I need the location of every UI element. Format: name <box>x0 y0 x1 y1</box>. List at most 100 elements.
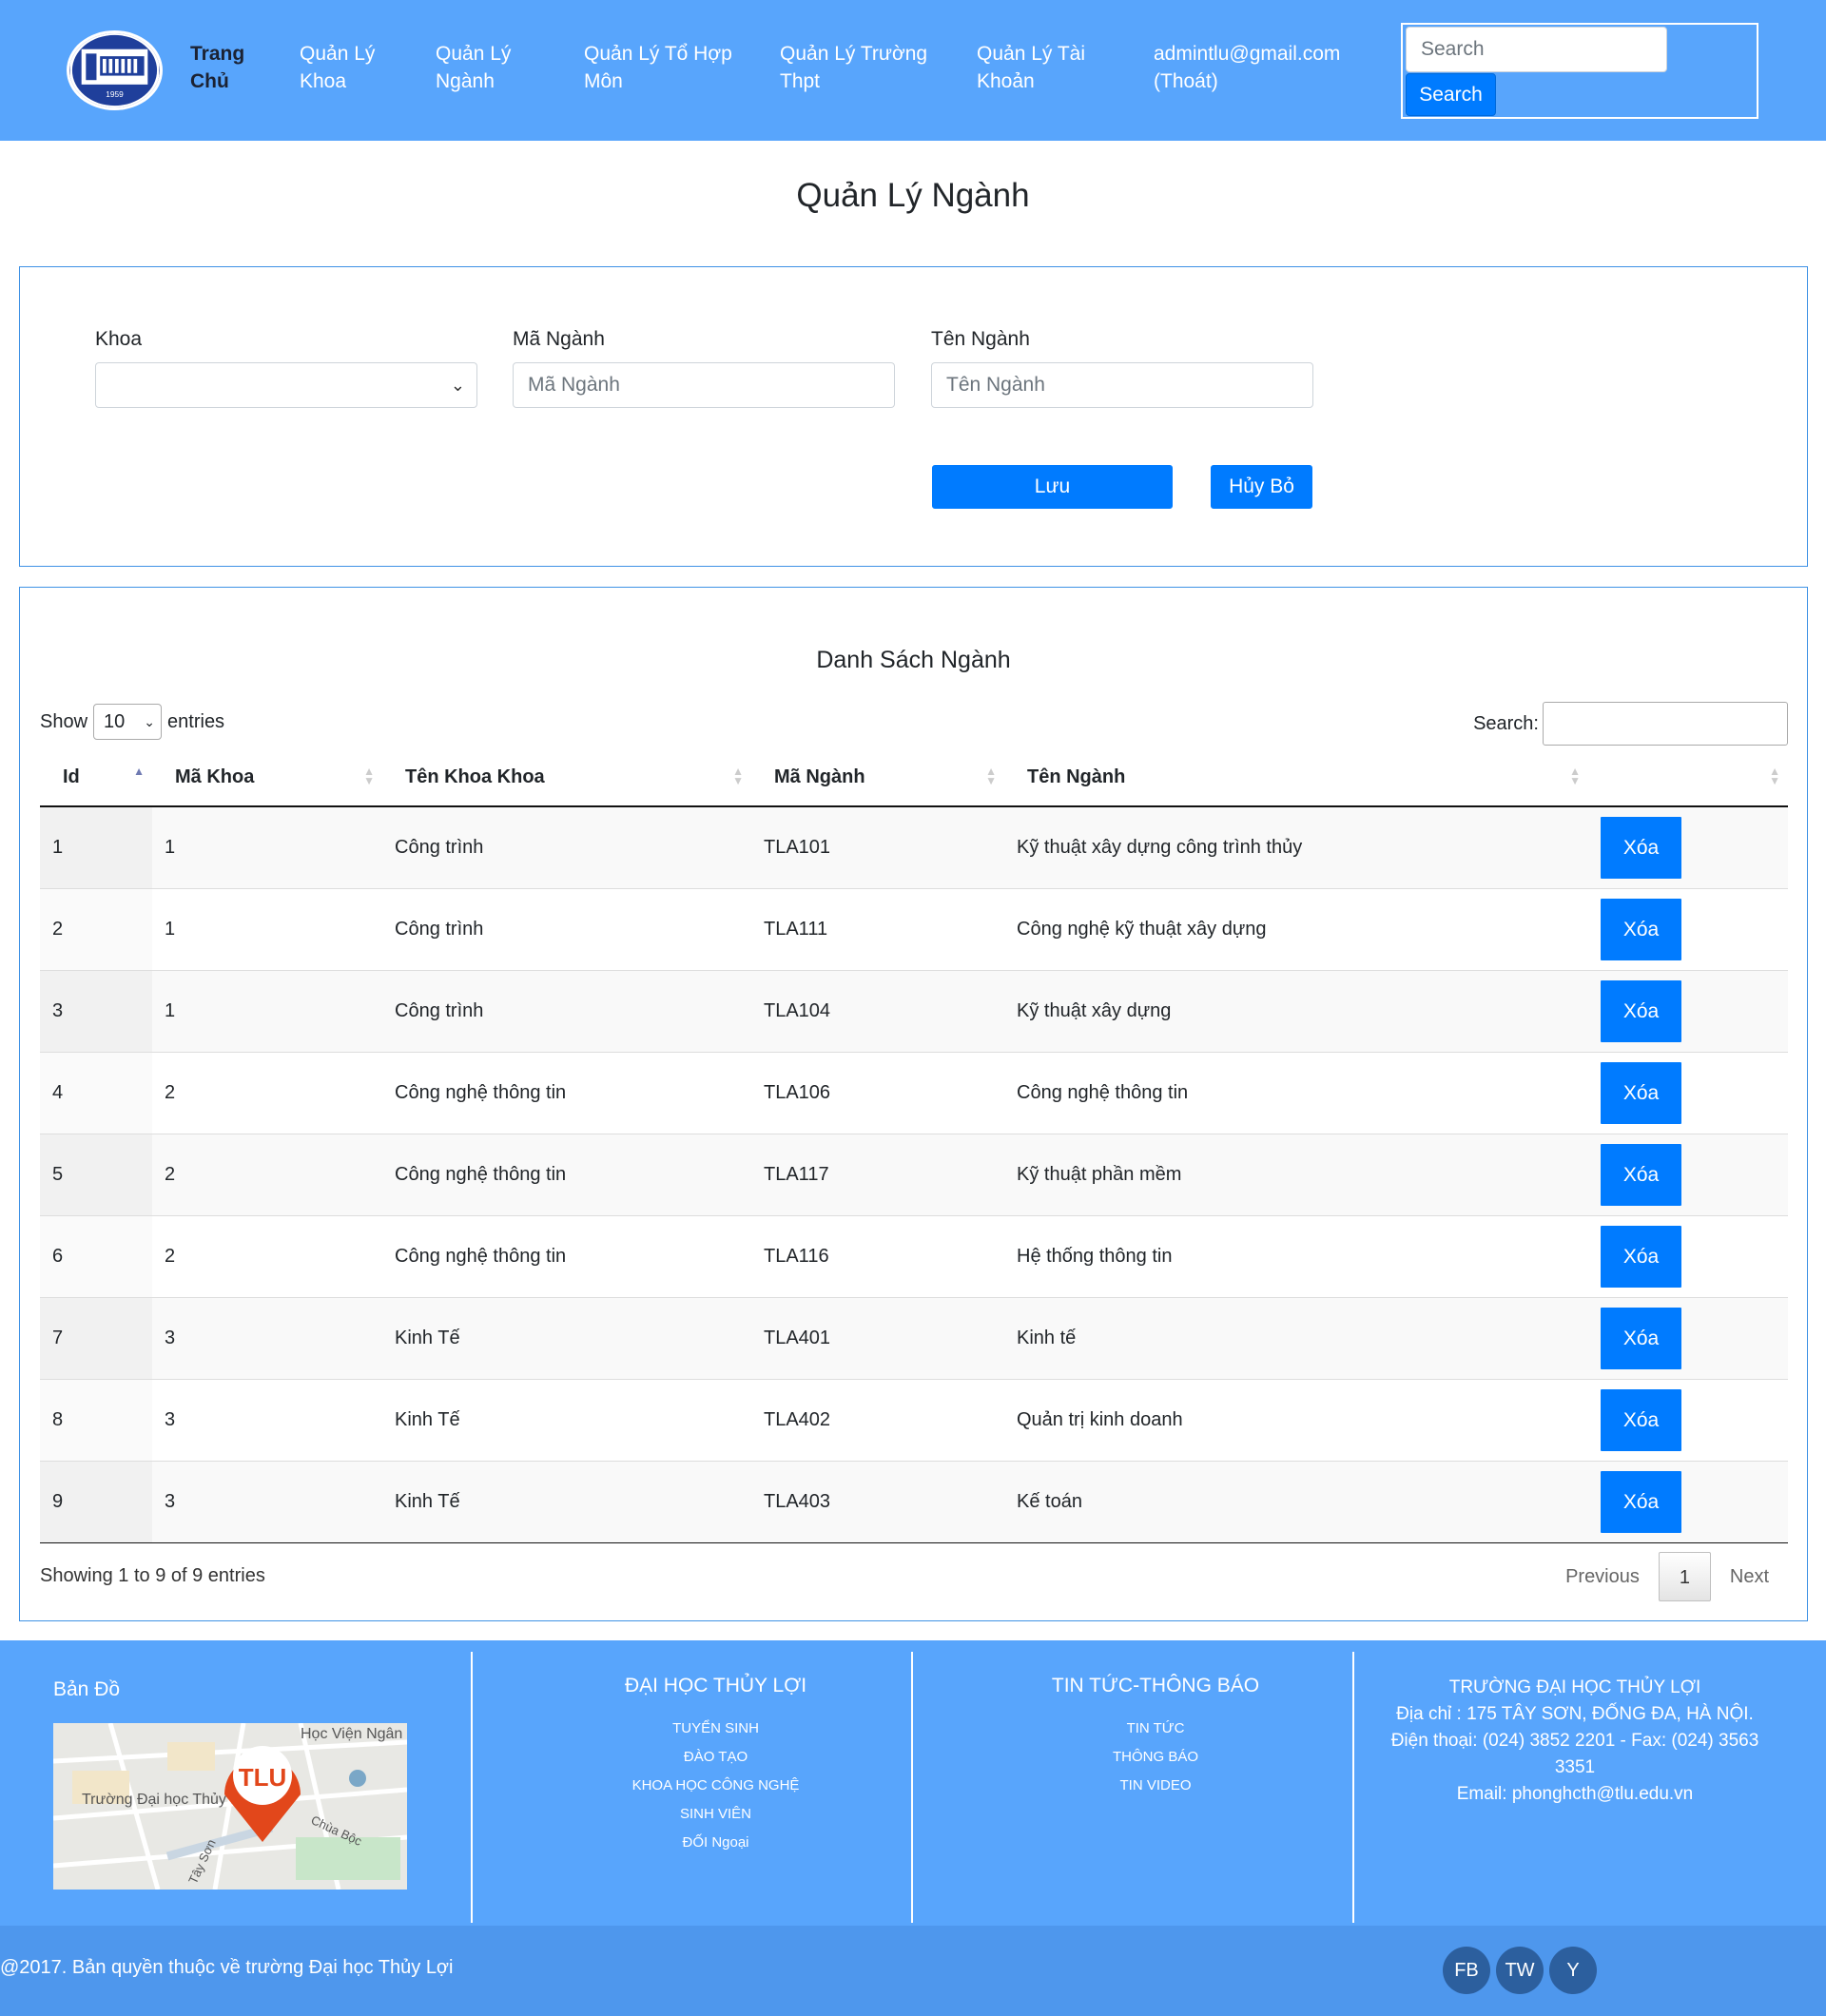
sort-icon: ▲ ▼ <box>363 765 375 787</box>
cell-actions: Xóa <box>1588 887 1788 970</box>
footer-link[interactable]: TUYỂN SINH <box>571 1715 861 1743</box>
nav-home[interactable]: Trang Chủ <box>190 40 257 95</box>
sort-asc-icon: ▲ <box>133 765 145 778</box>
cell-ma-nganh: TLA101 <box>751 806 1004 888</box>
map-title: Bản Đồ <box>53 1678 121 1700</box>
table-info: Showing 1 to 9 of 9 entries <box>40 1565 265 1586</box>
cell-ten-nganh: Quản trị kinh doanh <box>1004 1378 1588 1461</box>
cell-ma-khoa: 1 <box>152 969 382 1052</box>
map-pin-label: TLU <box>239 1763 287 1792</box>
column-header-ten-nganh[interactable]: Tên Ngành ▲ ▼ <box>1004 749 1588 807</box>
table-row: 2 1 Công trình TLA111 Công nghệ kỹ thuật… <box>40 887 1788 970</box>
nganh-form: Khoa ⌄ Mã Ngành Tên Ngành Lưu Hủy Bỏ <box>19 266 1808 567</box>
cell-id: 9 <box>40 1460 152 1543</box>
column-header-ten-khoa[interactable]: Tên Khoa Khoa ▲ ▼ <box>382 749 751 807</box>
page-length-select[interactable]: 10 ⌄ <box>93 704 163 740</box>
column-header-label: Tên Ngành <box>1027 766 1126 787</box>
cell-ten-khoa: Công nghệ thông tin <box>382 1214 751 1297</box>
cell-ma-nganh: TLA403 <box>751 1460 1004 1543</box>
nav-account-logout[interactable]: admintlu@gmail.com (Thoát) <box>1154 40 1358 95</box>
navbar-search-input[interactable] <box>1406 27 1667 72</box>
delete-button[interactable]: Xóa <box>1601 1143 1681 1206</box>
cell-ma-khoa: 1 <box>152 806 382 888</box>
delete-button[interactable]: Xóa <box>1601 1470 1681 1533</box>
pagination-previous[interactable]: Previous <box>1546 1552 1659 1601</box>
nav-quan-ly-truong-thpt[interactable]: Quản Lý Trường Thpt <box>780 40 932 95</box>
table-row: 1 1 Công trình TLA101 Kỹ thuật xây dựng … <box>40 806 1788 888</box>
navbar-search-form: Search <box>1401 23 1758 119</box>
column-header-id[interactable]: Id ▲ <box>40 749 152 807</box>
nav-quan-ly-to-hop-mon[interactable]: Quản Lý Tổ Hợp Môn <box>584 40 746 95</box>
nav-quan-ly-nganh[interactable]: Quản Lý Ngành <box>436 40 531 95</box>
cell-ma-nganh: TLA117 <box>751 1133 1004 1215</box>
cell-id: 3 <box>40 969 152 1052</box>
cell-actions: Xóa <box>1588 1378 1788 1461</box>
campus-map[interactable]: Học Viện Ngân Hàng Trường Đại học Thủy L… <box>53 1723 407 1890</box>
khoa-select[interactable]: ⌄ <box>95 362 477 408</box>
column-header-ma-khoa[interactable]: Mã Khoa ▲ ▼ <box>152 749 382 807</box>
delete-button[interactable]: Xóa <box>1601 1225 1681 1288</box>
cell-id: 6 <box>40 1214 152 1297</box>
footer-link[interactable]: ĐỐI Ngoại <box>571 1829 861 1857</box>
cell-ten-khoa: Kinh Tế <box>382 1378 751 1461</box>
cell-ten-nganh: Kỹ thuật xây dựng công trình thủy <box>1004 806 1588 888</box>
cancel-button[interactable]: Hủy Bỏ <box>1211 465 1312 509</box>
delete-button[interactable]: Xóa <box>1601 898 1681 960</box>
delete-button[interactable]: Xóa <box>1601 1388 1681 1451</box>
footer-link[interactable]: ĐÀO TẠO <box>571 1743 861 1772</box>
footer-col2-title: TIN TỨC-THÔNG BÁO <box>1051 1675 1260 1696</box>
footer-link[interactable]: TIN TỨC <box>1008 1715 1303 1743</box>
cell-ten-nganh: Kế toán <box>1004 1460 1588 1543</box>
cell-id: 2 <box>40 887 152 970</box>
delete-button[interactable]: Xóa <box>1601 979 1681 1042</box>
cell-ma-nganh: TLA401 <box>751 1296 1004 1379</box>
page-title: Quản Lý Ngành <box>796 177 1030 214</box>
facebook-icon[interactable]: FB <box>1443 1947 1490 1994</box>
table-row: 9 3 Kinh Tế TLA403 Kế toán Xóa <box>40 1460 1788 1543</box>
footer-link[interactable]: THÔNG BÁO <box>1008 1743 1303 1772</box>
cell-ten-khoa: Công trình <box>382 806 751 888</box>
cell-ten-nganh: Công nghệ kỹ thuật xây dựng <box>1004 887 1588 970</box>
cell-ten-khoa: Công trình <box>382 887 751 970</box>
column-header-label: Id <box>63 766 80 787</box>
nav-quan-ly-tai-khoan[interactable]: Quản Lý Tài Khoản <box>977 40 1100 95</box>
cell-id: 1 <box>40 806 152 888</box>
table-row: 4 2 Công nghệ thông tin TLA106 Công nghệ… <box>40 1051 1788 1134</box>
ma-nganh-input[interactable] <box>513 362 895 408</box>
cell-actions: Xóa <box>1588 1460 1788 1543</box>
twitter-icon[interactable]: TW <box>1496 1947 1544 1994</box>
save-button[interactable]: Lưu <box>932 465 1173 509</box>
university-logo[interactable]: 1959 <box>67 30 163 110</box>
delete-button[interactable]: Xóa <box>1601 816 1681 879</box>
column-header-ma-nganh[interactable]: Mã Ngành ▲ ▼ <box>751 749 1004 807</box>
map-label-academy: Học Viện Ngân Hàng <box>301 1726 407 1742</box>
pagination-next[interactable]: Next <box>1711 1552 1788 1601</box>
cell-actions: Xóa <box>1588 1133 1788 1215</box>
navbar-search-button[interactable]: Search <box>1406 73 1496 116</box>
ten-nganh-input[interactable] <box>931 362 1313 408</box>
column-header-actions[interactable]: ▲ ▼ <box>1588 749 1788 807</box>
pagination-page-1[interactable]: 1 <box>1658 1552 1711 1601</box>
footer-col1-title: ĐẠI HỌC THỦY LỢI <box>624 1675 807 1696</box>
footer-link[interactable]: KHOA HỌC CÔNG NGHỆ <box>571 1772 861 1800</box>
delete-button[interactable]: Xóa <box>1601 1307 1681 1369</box>
contact-title: TRƯỜNG ĐẠI HỌC THỦY LỢI <box>1448 1677 1701 1697</box>
chevron-down-icon: ⌄ <box>450 376 465 395</box>
sort-icon: ▲ ▼ <box>1569 765 1581 787</box>
cell-ten-khoa: Công nghệ thông tin <box>382 1133 751 1215</box>
column-header-label: Mã Khoa <box>175 766 255 787</box>
cell-ten-khoa: Công nghệ thông tin <box>382 1051 751 1134</box>
footer-link[interactable]: SINH VIÊN <box>571 1800 861 1829</box>
chevron-down-icon: ⌄ <box>144 714 156 729</box>
cell-ten-nganh: Kinh tế <box>1004 1296 1588 1379</box>
cell-ma-nganh: TLA111 <box>751 887 1004 970</box>
footer-link[interactable]: TIN VIDEO <box>1008 1772 1303 1800</box>
table-search-input[interactable] <box>1543 702 1788 746</box>
table-row: 8 3 Kinh Tế TLA402 Quản trị kinh doanh X… <box>40 1378 1788 1461</box>
nav-quan-ly-khoa[interactable]: Quản Lý Khoa <box>300 40 385 95</box>
cell-id: 8 <box>40 1378 152 1461</box>
contact-email[interactable]: Email: phonghcth@tlu.edu.vn <box>1370 1781 1780 1808</box>
delete-button[interactable]: Xóa <box>1601 1061 1681 1124</box>
cell-ma-khoa: 1 <box>152 887 382 970</box>
youtube-icon[interactable]: Y <box>1549 1947 1597 1994</box>
